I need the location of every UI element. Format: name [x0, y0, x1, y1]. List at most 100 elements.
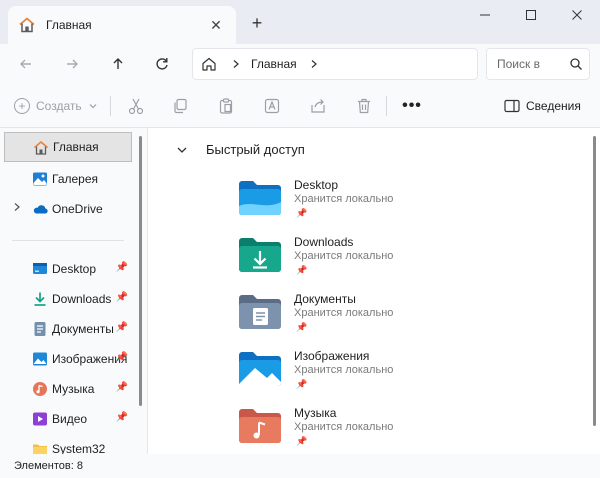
sidebar-item-label: Галерея: [52, 172, 99, 186]
sidebar-item-label: Главная: [53, 140, 99, 154]
copy-button[interactable]: [166, 92, 194, 120]
refresh-button[interactable]: [146, 48, 178, 80]
new-tab-button[interactable]: +: [246, 12, 268, 34]
pin-icon: 📌: [296, 436, 308, 446]
pictures-folder-icon: [239, 352, 281, 387]
folder-tile-documents[interactable]: Документы Хранится локально 📌: [238, 292, 538, 342]
videos-icon: [33, 412, 47, 426]
rename-icon: [264, 98, 280, 114]
arrow-up-icon: [113, 58, 123, 69]
search-input[interactable]: [497, 57, 561, 71]
breadcrumb[interactable]: Главная: [192, 48, 478, 80]
pin-icon: 📌: [296, 322, 308, 332]
documents-folder-icon: [239, 295, 281, 329]
rename-button[interactable]: [258, 92, 286, 120]
arrow-right-icon: [67, 59, 78, 69]
cut-button[interactable]: [122, 92, 150, 120]
pin-icon: 📌: [115, 352, 128, 363]
folder-name: Downloads: [294, 235, 354, 249]
cut-icon: [128, 98, 144, 115]
sidebar-item-gallery[interactable]: Галерея: [4, 164, 132, 194]
folder-tile-downloads[interactable]: Downloads Хранится локально 📌: [238, 235, 538, 285]
minimize-button[interactable]: [462, 0, 508, 30]
folder-status: Хранится локально: [294, 250, 394, 262]
create-label: Создать: [36, 99, 82, 113]
pin-icon: 📌: [115, 292, 128, 303]
details-button[interactable]: Сведения: [504, 94, 581, 118]
documents-icon: [34, 322, 46, 336]
chevron-right-icon[interactable]: [309, 59, 319, 69]
folder-name: Документы: [294, 292, 356, 306]
paste-button[interactable]: [212, 92, 240, 120]
chevron-right-icon[interactable]: [231, 59, 241, 69]
sidebar-item-documents[interactable]: Документы 📌: [4, 314, 132, 344]
back-button[interactable]: [10, 48, 42, 80]
sidebar-item-label: Видео: [52, 412, 88, 426]
pin-icon: 📌: [115, 382, 128, 393]
sidebar-divider: [12, 240, 124, 241]
sidebar-item-label: Downloads: [52, 292, 112, 306]
forward-button[interactable]: [56, 48, 88, 80]
music-icon: [33, 382, 47, 396]
refresh-icon: [156, 58, 168, 70]
tab-close-button[interactable]: ✕: [202, 11, 230, 39]
chevron-right-icon[interactable]: [12, 202, 22, 212]
home-icon: [202, 57, 216, 71]
arrow-left-icon: [20, 59, 31, 69]
folder-name: Музыка: [294, 406, 337, 420]
section-title: Быстрый доступ: [206, 142, 305, 157]
create-button[interactable]: + Создать: [14, 94, 98, 118]
sidebar-item-music[interactable]: Музыка 📌: [4, 374, 132, 404]
navigation-pane: Главная Галерея OneDrive Desktop 📌 Downl…: [0, 128, 148, 454]
pin-icon: 📌: [296, 265, 308, 275]
status-bar: Элементов: 8: [0, 454, 600, 478]
sidebar-item-onedrive[interactable]: OneDrive: [4, 194, 132, 224]
desktop-folder-icon: [239, 181, 281, 215]
sidebar-item-label: Desktop: [52, 262, 97, 276]
folder-tile-desktop[interactable]: Desktop Хранится локально 📌: [238, 178, 538, 228]
search-icon[interactable]: [569, 57, 583, 71]
onedrive-icon: [33, 205, 48, 214]
paste-icon: [219, 98, 233, 114]
content-pane: Быстрый доступ Desktop Хранится локально…: [148, 128, 600, 454]
up-button[interactable]: [102, 48, 134, 80]
music-folder-icon: [239, 409, 281, 443]
tab-home[interactable]: Главная ✕: [8, 6, 236, 44]
folder-status: Хранится локально: [294, 307, 394, 319]
more-options-button[interactable]: •••: [398, 92, 426, 120]
content-scrollbar[interactable]: [593, 136, 596, 426]
address-bar: Главная: [0, 44, 600, 84]
search-box[interactable]: [486, 48, 590, 80]
sidebar-item-label: Музыка: [52, 382, 95, 396]
folder-tile-music[interactable]: Музыка Хранится локально 📌: [238, 406, 538, 454]
minimize-icon: [480, 14, 490, 16]
maximize-button[interactable]: [508, 0, 554, 30]
quick-access-header[interactable]: Быстрый доступ: [172, 142, 305, 157]
sidebar-item-label: Документы: [52, 322, 114, 336]
folder-status: Хранится локально: [294, 421, 394, 433]
sidebar-item-videos[interactable]: Видео 📌: [4, 404, 132, 434]
delete-button[interactable]: [350, 92, 378, 120]
sidebar-item-pictures[interactable]: Изображения 📌: [4, 344, 132, 374]
details-label: Сведения: [526, 99, 581, 113]
sidebar-item-system32[interactable]: System32: [4, 434, 132, 454]
toolbar-divider: [386, 96, 387, 116]
copy-icon: [174, 98, 187, 114]
plus-icon: +: [14, 98, 30, 114]
sidebar-item-label: System32: [52, 442, 106, 454]
sidebar-item-downloads[interactable]: Downloads 📌: [4, 284, 132, 314]
close-window-button[interactable]: [554, 0, 600, 30]
command-bar: + Создать ••• Сведения: [0, 84, 600, 128]
share-button[interactable]: [304, 92, 332, 120]
downloads-icon: [34, 292, 46, 306]
details-pane-icon: [504, 99, 520, 113]
pin-icon: 📌: [115, 322, 128, 333]
pin-icon: 📌: [296, 208, 308, 218]
sidebar-item-desktop[interactable]: Desktop 📌: [4, 254, 132, 284]
breadcrumb-item-home[interactable]: Главная: [251, 57, 297, 71]
share-icon: [311, 99, 325, 113]
title-bar: Главная ✕ +: [0, 0, 600, 44]
sidebar-scrollbar[interactable]: [139, 136, 142, 406]
folder-tile-pictures[interactable]: Изображения Хранится локально 📌: [238, 349, 538, 399]
sidebar-item-home[interactable]: Главная: [4, 132, 132, 162]
